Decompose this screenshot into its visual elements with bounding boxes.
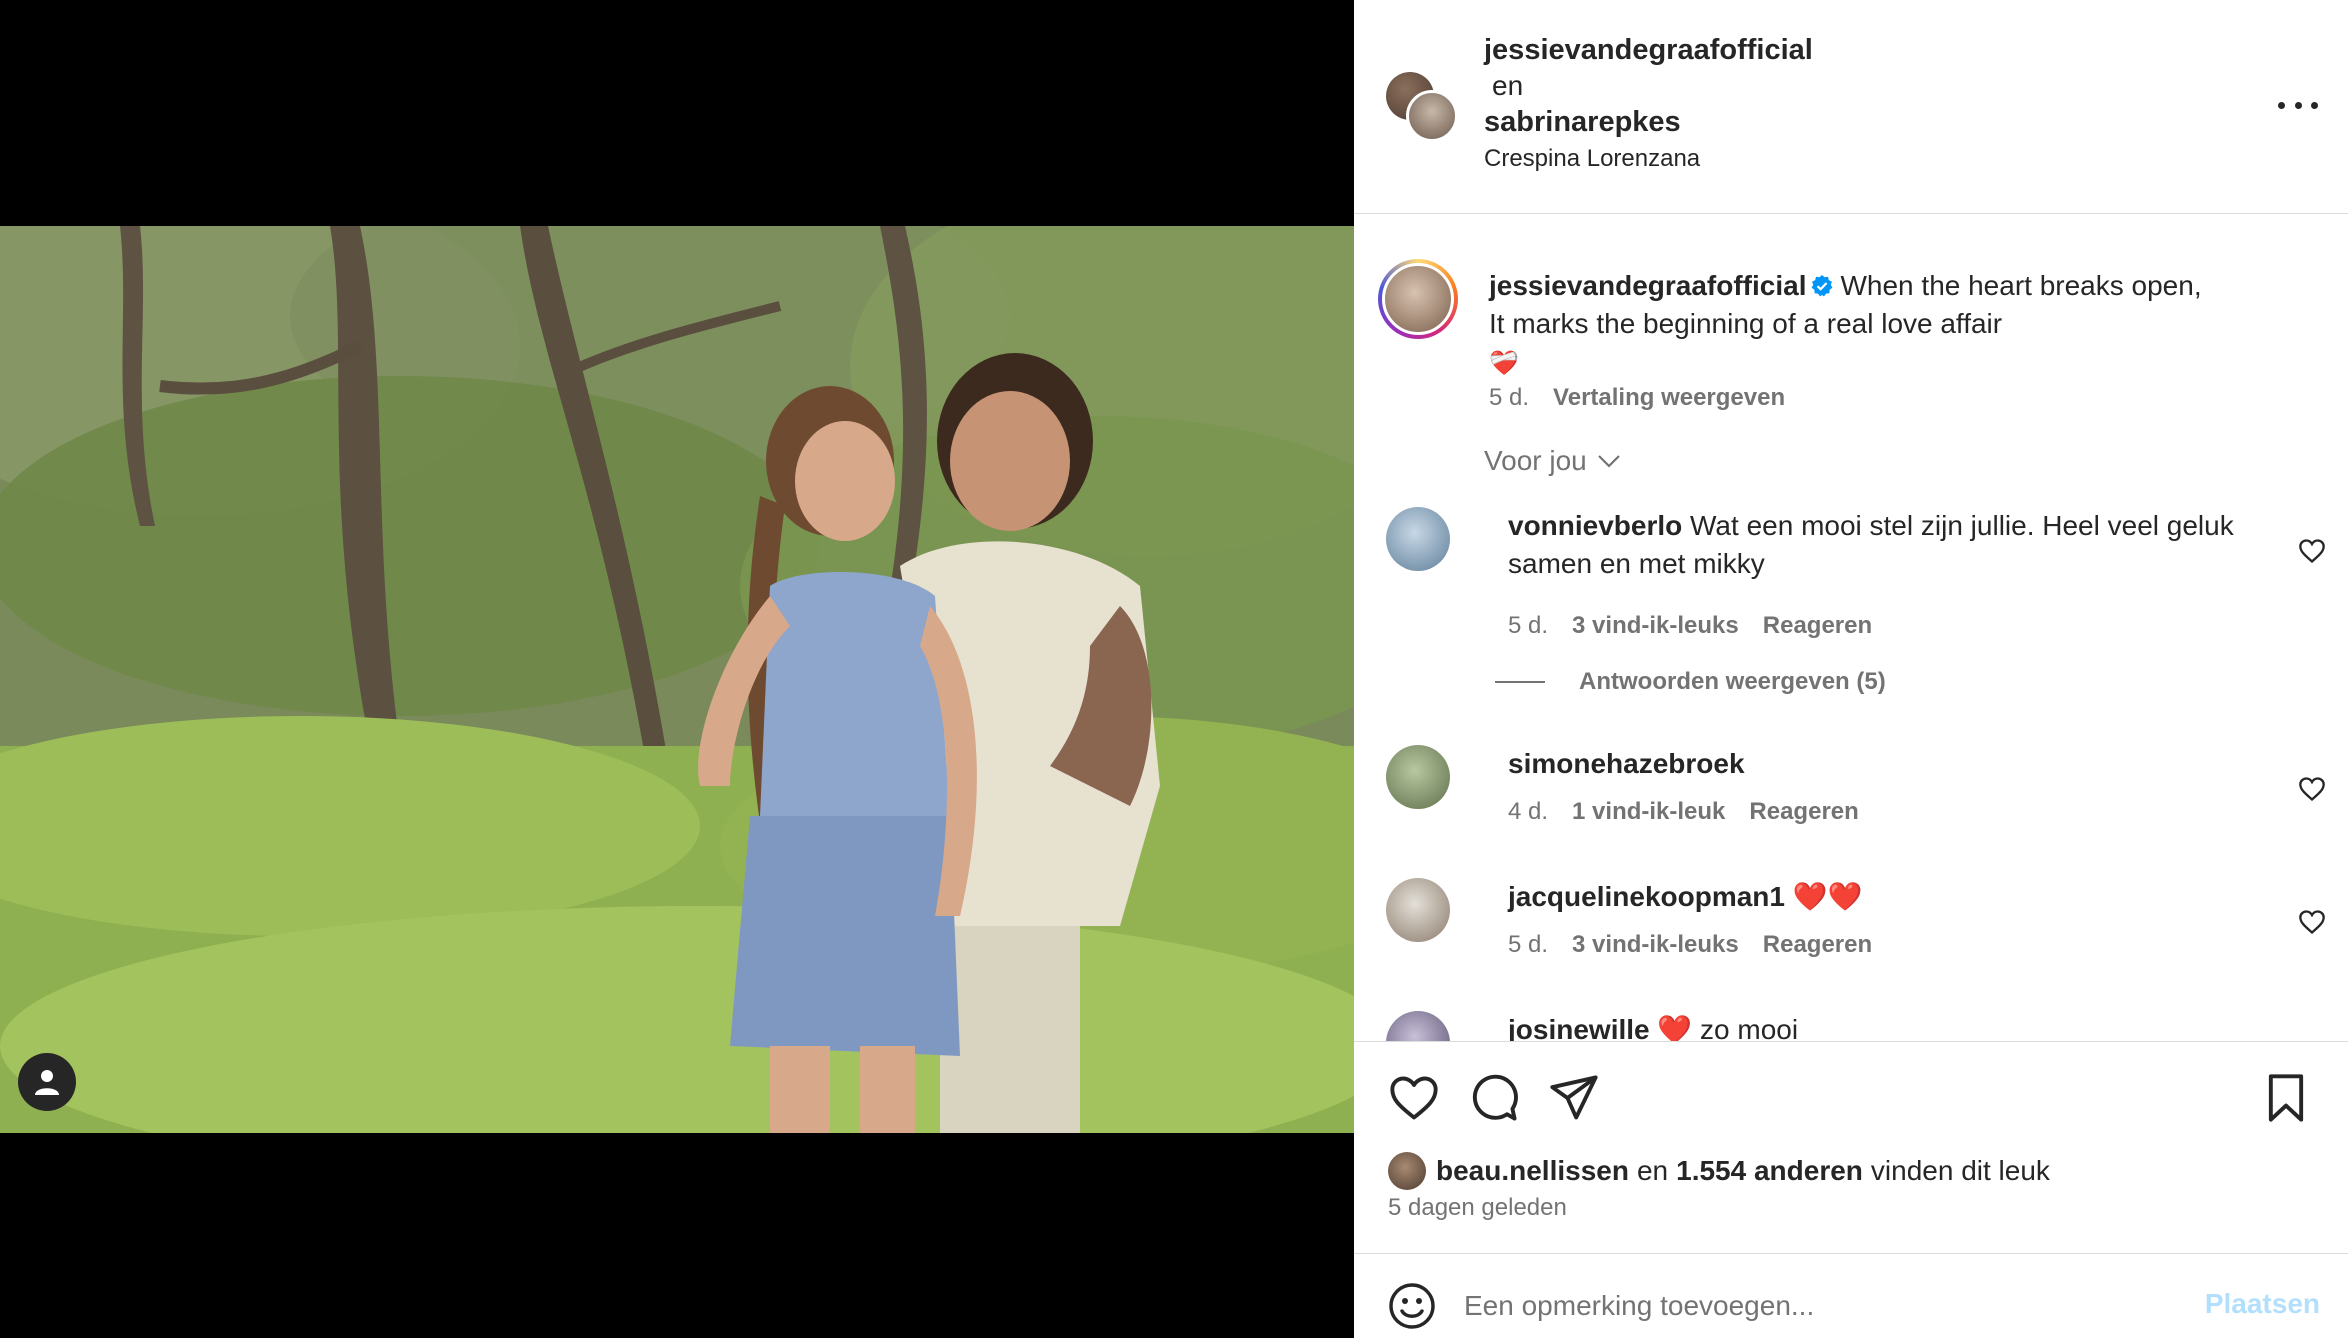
replies-divider xyxy=(1495,681,1545,683)
post-timestamp[interactable]: 5 dagen geleden xyxy=(1388,1194,1567,1222)
first-liker-username[interactable]: beau.nellissen xyxy=(1436,1155,1629,1187)
caption-age: 5 d. xyxy=(1489,384,1530,411)
reply-button[interactable]: Reageren xyxy=(1763,612,1872,639)
comments-filter-dropdown[interactable]: Voor jou xyxy=(1484,445,1621,477)
comment-likes-link[interactable]: 1 vind-ik-leuk xyxy=(1572,798,1725,825)
caption-text: jessievandegraafofficial When the heart b… xyxy=(1489,267,2309,383)
more-icon xyxy=(2278,101,2285,109)
commenter-avatar[interactable] xyxy=(1386,878,1450,942)
like-comment-heart-icon[interactable] xyxy=(2298,775,2326,803)
comment-age: 5 d. xyxy=(1508,612,1549,639)
comment-meta: 4 d. 1 vind-ik-leuk Reageren xyxy=(1508,797,1859,827)
comment-meta: 5 d. 3 vind-ik-leuks Reageren xyxy=(1508,930,1872,960)
comment-text: vonnievberlo Wat een mooi stel zijn jull… xyxy=(1508,507,2268,583)
share-icon[interactable] xyxy=(1548,1072,1600,1124)
comments-section[interactable]: jessievandegraafofficial When the heart b… xyxy=(1354,215,2348,1041)
chevron-down-icon xyxy=(1597,455,1620,468)
comment-likes-link[interactable]: 3 vind-ik-leuks xyxy=(1572,612,1739,639)
photo-illustration xyxy=(0,226,1354,1133)
filter-label: Voor jou xyxy=(1484,445,1587,476)
commenter-username[interactable]: simonehazebroek xyxy=(1508,748,1745,779)
comment-text: jacquelinekoopman1 ❤️❤️ xyxy=(1508,878,2268,916)
comment-likes-link[interactable]: 3 vind-ik-leuks xyxy=(1572,931,1739,958)
post-header: jessievandegraafofficial en sabrinarepke… xyxy=(1354,0,2348,214)
comment-content: ❤️ zo mooi xyxy=(1657,1014,1799,1041)
person-tag-button[interactable] xyxy=(18,1053,76,1111)
verified-icon xyxy=(1812,275,1833,297)
commenter-avatar[interactable] xyxy=(1386,507,1450,571)
location-link[interactable]: Crespina Lorenzana xyxy=(1484,142,1813,176)
post-side-panel: jessievandegraafofficial en sabrinarepke… xyxy=(1354,0,2348,1338)
author-2-link[interactable]: sabrinarepkes xyxy=(1484,104,1813,140)
commenter-username[interactable]: josinewille xyxy=(1508,1014,1650,1041)
person-tag-icon xyxy=(35,1070,59,1095)
author-avatar-sabrina[interactable] xyxy=(1406,90,1458,142)
caption-username[interactable]: jessievandegraafofficial xyxy=(1489,270,1806,301)
likes-connector: en xyxy=(1636,1155,1669,1186)
caption-line-2: It marks the beginning of a real love af… xyxy=(1489,308,2003,339)
commenter-username[interactable]: vonnievberlo xyxy=(1508,510,1682,541)
translate-link[interactable]: Vertaling weergeven xyxy=(1553,384,1785,411)
caption-emoji: ❤️‍🩹 xyxy=(1489,350,1519,377)
likes-suffix: vinden dit leuk xyxy=(1870,1155,2050,1186)
comment-content: ❤️❤️ xyxy=(1792,881,1863,912)
reply-button[interactable]: Reageren xyxy=(1763,931,1872,958)
bookmark-icon[interactable] xyxy=(2260,1072,2312,1124)
reply-button[interactable]: Reageren xyxy=(1749,798,1858,825)
post-authors: jessievandegraafofficial en sabrinarepke… xyxy=(1484,32,1813,176)
caption-avatar-story-ring[interactable] xyxy=(1378,259,1458,339)
commenter-username[interactable]: jacquelinekoopman1 xyxy=(1508,881,1785,912)
author-1-link[interactable]: jessievandegraafofficial xyxy=(1484,32,1813,68)
caption-line-1: When the heart breaks open, xyxy=(1840,270,2202,301)
commenter-avatar[interactable] xyxy=(1386,745,1450,809)
commenter-avatar[interactable] xyxy=(1386,1011,1450,1041)
like-comment-heart-icon[interactable] xyxy=(2298,908,2326,936)
comment-age: 4 d. xyxy=(1508,798,1549,825)
comment-input[interactable] xyxy=(1464,1282,2164,1330)
likes-summary[interactable]: beau.nellissen en 1.554 anderen vinden d… xyxy=(1388,1152,2050,1190)
view-replies-label: Antwoorden weergeven (5) xyxy=(1579,668,1886,695)
others-likes-link[interactable]: 1.554 anderen xyxy=(1676,1155,1863,1187)
caption-meta: 5 d. Vertaling weergeven xyxy=(1489,383,1785,413)
emoji-icon[interactable] xyxy=(1388,1282,1436,1330)
post-comment-button[interactable]: Plaatsen xyxy=(2205,1288,2320,1320)
media-pane xyxy=(0,0,1354,1338)
comment-age: 5 d. xyxy=(1508,931,1549,958)
comment-text: simonehazebroek xyxy=(1508,745,2268,783)
comment-icon[interactable] xyxy=(1468,1072,1520,1124)
view-replies-button[interactable]: Antwoorden weergeven (5) xyxy=(1495,668,1886,696)
liker-avatar xyxy=(1388,1152,1426,1190)
more-options-button[interactable] xyxy=(2278,90,2318,120)
post-actions: beau.nellissen en 1.554 anderen vinden d… xyxy=(1354,1041,2348,1256)
comment-meta: 5 d. 3 vind-ik-leuks Reageren xyxy=(1508,611,1872,641)
post-photo[interactable] xyxy=(0,226,1354,1133)
heart-icon[interactable] xyxy=(1388,1072,1440,1124)
add-comment-bar: Plaatsen xyxy=(1354,1253,2348,1338)
authors-connector: en xyxy=(1492,70,1524,101)
like-comment-heart-icon[interactable] xyxy=(2298,537,2326,565)
comment-text: josinewille ❤️ zo mooi xyxy=(1508,1011,2268,1041)
